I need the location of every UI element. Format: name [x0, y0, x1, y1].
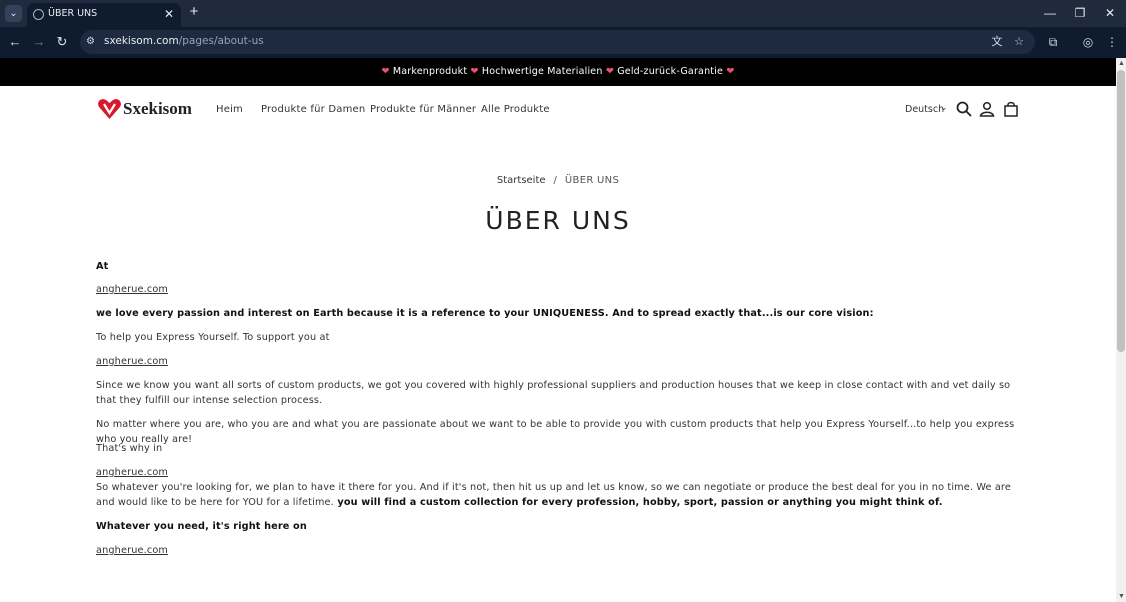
site-link[interactable]: angherue.com	[96, 284, 168, 295]
paragraph-bold-text: you will find a custom collection for ev…	[333, 497, 943, 508]
page-scrollbar[interactable]: ▲ ▼	[1116, 58, 1126, 602]
url-path: /pages/about-us	[178, 35, 264, 47]
paragraph: we love every passion and interest on Ea…	[96, 308, 874, 319]
close-icon[interactable]: ✕	[164, 6, 174, 22]
breadcrumb-home[interactable]: Startseite	[497, 175, 546, 186]
page-title: ÜBER UNS	[485, 206, 631, 235]
menu-icon[interactable]: ⋮	[1104, 34, 1120, 50]
scroll-up-icon[interactable]: ▲	[1118, 60, 1125, 67]
heart-icon: ❤	[470, 66, 479, 77]
plus-icon[interactable]: +	[186, 4, 202, 20]
chevron-down-icon[interactable]: ⌄	[940, 102, 948, 113]
breadcrumb: Startseite / ÜBER UNS	[0, 175, 1116, 186]
heart-icon: ❤	[381, 66, 390, 77]
url-text[interactable]: sxekisom.com/pages/about-us	[104, 35, 264, 47]
paragraph: angherue.com	[96, 282, 1016, 297]
paragraph: angherue.com	[96, 354, 1016, 369]
paragraph: That's why in	[96, 443, 163, 454]
announcement-bar: ❤ Markenprodukt ❤ Hochwertige Materialie…	[0, 58, 1116, 86]
browser-tab-bar: ⌄ ÜBER UNS ✕ + — ❐ ✕	[0, 0, 1126, 27]
logo-text: Sxekisom	[123, 99, 192, 118]
scroll-thumb[interactable]	[1117, 70, 1125, 352]
scroll-down-icon[interactable]: ▼	[1118, 593, 1125, 600]
paragraph: So whatever you're looking for, we plan …	[96, 480, 1016, 510]
language-selector[interactable]: Deutsch	[905, 104, 944, 115]
globe-icon	[33, 9, 44, 20]
logo-heart-icon	[98, 99, 121, 119]
heart-icon: ❤	[605, 66, 614, 77]
site-link[interactable]: angherue.com	[96, 356, 168, 367]
browser-toolbar: ← → ↻ ⚙ sxekisom.com/pages/about-us 文 ☆ …	[0, 27, 1126, 58]
translate-icon[interactable]: 文	[990, 35, 1004, 49]
nav-link-heim[interactable]: Heim	[216, 104, 243, 115]
paragraph: To help you Express Yourself. To support…	[96, 332, 330, 343]
window-close-icon[interactable]: ✕	[1100, 4, 1120, 22]
star-icon[interactable]: ☆	[1012, 35, 1026, 49]
search-icon[interactable]	[956, 101, 972, 117]
tab-list-icon[interactable]: ⌄	[5, 5, 22, 22]
nav-link-damen[interactable]: Produkte für Damen	[261, 104, 365, 115]
nav-link-maenner[interactable]: Produkte für Männer	[370, 104, 476, 115]
minimize-icon[interactable]: —	[1040, 4, 1060, 22]
paragraph: angherue.com	[96, 465, 1016, 480]
paragraph: Whatever you need, it's right here on	[96, 521, 307, 532]
site-settings-icon[interactable]: ⚙	[86, 36, 98, 48]
cart-icon[interactable]	[1003, 101, 1019, 117]
tab-title: ÜBER UNS	[48, 8, 98, 19]
browser-tab[interactable]: ÜBER UNS ✕	[27, 3, 181, 27]
paragraph: At	[96, 261, 109, 272]
nav-link-alle[interactable]: Alle Produkte	[481, 104, 550, 115]
breadcrumb-current: ÜBER UNS	[564, 175, 620, 186]
paragraph: Since we know you want all sorts of cust…	[96, 380, 1011, 406]
announcement-item: Geld-zurück-Garantie	[617, 66, 724, 77]
restore-icon[interactable]: ❐	[1070, 4, 1090, 22]
reload-icon[interactable]: ↻	[54, 34, 70, 50]
site-link[interactable]: angherue.com	[96, 545, 168, 556]
profile-icon[interactable]: ◎	[1080, 34, 1096, 50]
announcement-item: Markenprodukt	[392, 66, 468, 77]
paragraph: angherue.com	[96, 543, 1016, 558]
back-icon[interactable]: ←	[7, 34, 23, 50]
url-host: sxekisom.com	[104, 35, 179, 47]
account-icon[interactable]	[979, 101, 995, 117]
site-header: Sxekisom Heim Produkte für Damen Produkt…	[0, 86, 1116, 136]
announcement-item: Hochwertige Materialien	[481, 66, 603, 77]
breadcrumb-separator: /	[553, 175, 557, 186]
heart-icon: ❤	[726, 66, 735, 77]
forward-icon[interactable]: →	[31, 34, 47, 50]
site-link[interactable]: angherue.com	[96, 467, 168, 478]
address-bar[interactable]: ⚙ sxekisom.com/pages/about-us 文 ☆	[80, 30, 1035, 54]
extensions-icon[interactable]: ⧉	[1045, 34, 1061, 50]
